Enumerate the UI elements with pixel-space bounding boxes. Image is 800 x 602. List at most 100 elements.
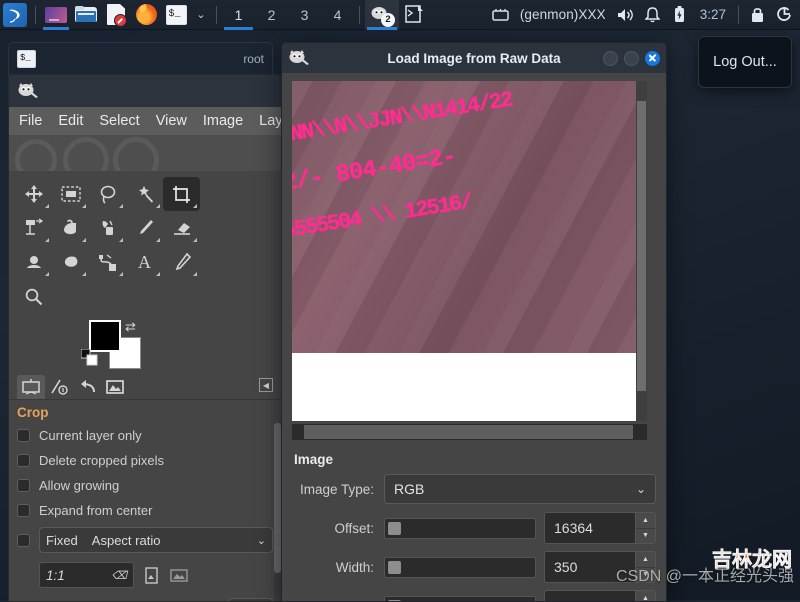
taskbar-app-text-editor[interactable]: [101, 0, 131, 30]
logout-popup-button[interactable]: Log Out...: [698, 36, 792, 88]
checkbox-box[interactable]: [17, 504, 30, 517]
height-value[interactable]: 350: [545, 598, 635, 602]
checkbox-box[interactable]: [17, 454, 30, 467]
clock[interactable]: 3:27: [693, 7, 733, 22]
spin-down-icon[interactable]: ▼: [635, 529, 655, 544]
close-icon[interactable]: [645, 51, 660, 66]
undo-history-tab[interactable]: [73, 375, 101, 399]
window-button-terminal[interactable]: [399, 0, 429, 30]
dock-menu-icon[interactable]: ◀: [259, 378, 273, 392]
zoom-tool[interactable]: [15, 279, 52, 313]
swap-arrows-icon[interactable]: ⇄: [125, 319, 136, 335]
checkbox-current-layer-only[interactable]: Current layer only: [17, 423, 273, 448]
rectangle-select-tool[interactable]: [52, 177, 89, 211]
text-tool[interactable]: A: [126, 245, 163, 279]
height-slider[interactable]: [384, 596, 536, 602]
device-status-tab[interactable]: [45, 375, 73, 399]
checkbox-box[interactable]: [17, 479, 30, 492]
free-select-tool[interactable]: [89, 177, 126, 211]
gimp-menubar[interactable]: File Edit Select View Image Layer: [9, 107, 281, 135]
spin-down-icon[interactable]: ▼: [635, 568, 655, 583]
speaker-icon[interactable]: [612, 0, 639, 30]
spinner-buttons[interactable]: ▲ ▼: [635, 591, 655, 602]
scrollbar-thumb[interactable]: [304, 425, 633, 439]
genmon-text[interactable]: (genmon)XXX: [514, 7, 612, 22]
taskbar-app-firefox[interactable]: [131, 0, 161, 30]
clear-entry-icon[interactable]: ⌫: [111, 569, 127, 582]
window-buttons[interactable]: [597, 51, 660, 66]
tool-options-tab[interactable]: [17, 375, 45, 399]
smudge-tool[interactable]: [15, 245, 52, 279]
load-raw-data-dialog[interactable]: Load Image from Raw Data \\NN\\N\\JJN\\N…: [281, 42, 667, 602]
width-value[interactable]: 350: [545, 559, 635, 575]
width-slider[interactable]: [384, 557, 536, 578]
workspace-1[interactable]: 1: [222, 0, 255, 30]
unified-transform-tool[interactable]: [15, 211, 52, 245]
gimp-menu-image[interactable]: Image: [203, 113, 243, 129]
slider-handle[interactable]: [388, 561, 401, 574]
fixed-aspect-row[interactable]: Fixed Aspect ratio ⌄: [17, 525, 273, 555]
taskbar-apps-dropdown[interactable]: ⌄: [191, 0, 211, 30]
gimp-main-window[interactable]: File Edit Select View Image Layer: [8, 74, 282, 602]
spin-up-icon[interactable]: ▲: [635, 552, 655, 568]
dialog-titlebar[interactable]: Load Image from Raw Data: [282, 43, 666, 73]
battery-icon[interactable]: [666, 0, 693, 30]
aspect-ratio-input[interactable]: 1:1 ⌫: [39, 562, 134, 588]
system-tray[interactable]: (genmon)XXX: [487, 0, 800, 30]
spin-up-icon[interactable]: ▲: [635, 591, 655, 602]
kali-menu-button[interactable]: [0, 0, 30, 30]
gimp-toolbox[interactable]: A: [9, 171, 281, 315]
gradient-tool[interactable]: [89, 211, 126, 245]
taskbar-app-file-manager[interactable]: [71, 0, 101, 30]
network-icon[interactable]: [487, 0, 514, 30]
window-button-gimp[interactable]: 2: [365, 0, 399, 30]
bucket-fill-tool[interactable]: [52, 211, 89, 245]
taskbar[interactable]: $_ ⌄ 1 2 3 4 2: [0, 0, 800, 30]
dock-tab-strip[interactable]: ◀: [9, 373, 281, 400]
offset-value[interactable]: 16364: [545, 520, 635, 536]
slider-handle[interactable]: [388, 522, 401, 535]
crop-tool[interactable]: [163, 177, 200, 211]
foreground-color-swatch[interactable]: [89, 320, 121, 352]
paintbrush-tool[interactable]: [126, 211, 163, 245]
eraser-tool[interactable]: [163, 211, 200, 245]
blur-tool[interactable]: [52, 245, 89, 279]
paths-tool[interactable]: [89, 245, 126, 279]
gimp-titlebar[interactable]: [9, 75, 281, 107]
spinner-buttons[interactable]: ▲ ▼: [635, 552, 655, 582]
preview-hscrollbar[interactable]: [292, 424, 647, 440]
height-spinner[interactable]: 350 ▲ ▼: [544, 590, 656, 602]
position-row[interactable]: Position: px ⌄: [17, 596, 273, 602]
scrollbar-thumb[interactable]: [274, 423, 281, 573]
move-tool[interactable]: [15, 177, 52, 211]
spin-up-icon[interactable]: ▲: [635, 513, 655, 529]
fixed-aspect-combobox[interactable]: Fixed Aspect ratio ⌄: [39, 527, 273, 553]
checkbox-allow-growing[interactable]: Allow growing: [17, 473, 273, 498]
image-type-combobox[interactable]: RGB ⌄: [384, 474, 656, 504]
gimp-dock[interactable]: ◀ Crop Current layer only Delete cropped…: [9, 373, 281, 601]
width-spinner[interactable]: 350 ▲ ▼: [544, 551, 656, 583]
landscape-orientation-icon[interactable]: [168, 563, 190, 587]
checkbox-expand-from-center[interactable]: Expand from center: [17, 498, 273, 523]
offset-slider[interactable]: [384, 518, 536, 539]
position-unit-combobox[interactable]: px ⌄: [228, 598, 273, 602]
minimize-icon[interactable]: [603, 51, 618, 66]
bell-icon[interactable]: [639, 0, 666, 30]
checkbox-delete-cropped-pixels[interactable]: Delete cropped pixels: [17, 448, 273, 473]
checkbox-fixed[interactable]: [17, 534, 30, 547]
tool-options-scrollbar[interactable]: [274, 423, 281, 601]
spinner-buttons[interactable]: ▲ ▼: [635, 513, 655, 543]
color-picker-tool[interactable]: [163, 245, 200, 279]
gimp-menu-edit[interactable]: Edit: [58, 113, 83, 129]
portrait-orientation-icon[interactable]: [140, 563, 162, 587]
gimp-menu-view[interactable]: View: [156, 113, 187, 129]
gimp-menu-select[interactable]: Select: [99, 113, 139, 129]
checkbox-box[interactable]: [17, 429, 30, 442]
power-icon[interactable]: [771, 0, 798, 30]
terminal-titlebar[interactable]: $_ root: [9, 43, 272, 75]
gimp-color-area[interactable]: ⇄: [9, 315, 281, 373]
aspect-ratio-row[interactable]: 1:1 ⌫: [17, 558, 273, 592]
workspace-2[interactable]: 2: [255, 0, 288, 30]
gimp-menu-file[interactable]: File: [19, 113, 42, 129]
fuzzy-select-tool[interactable]: [126, 177, 163, 211]
